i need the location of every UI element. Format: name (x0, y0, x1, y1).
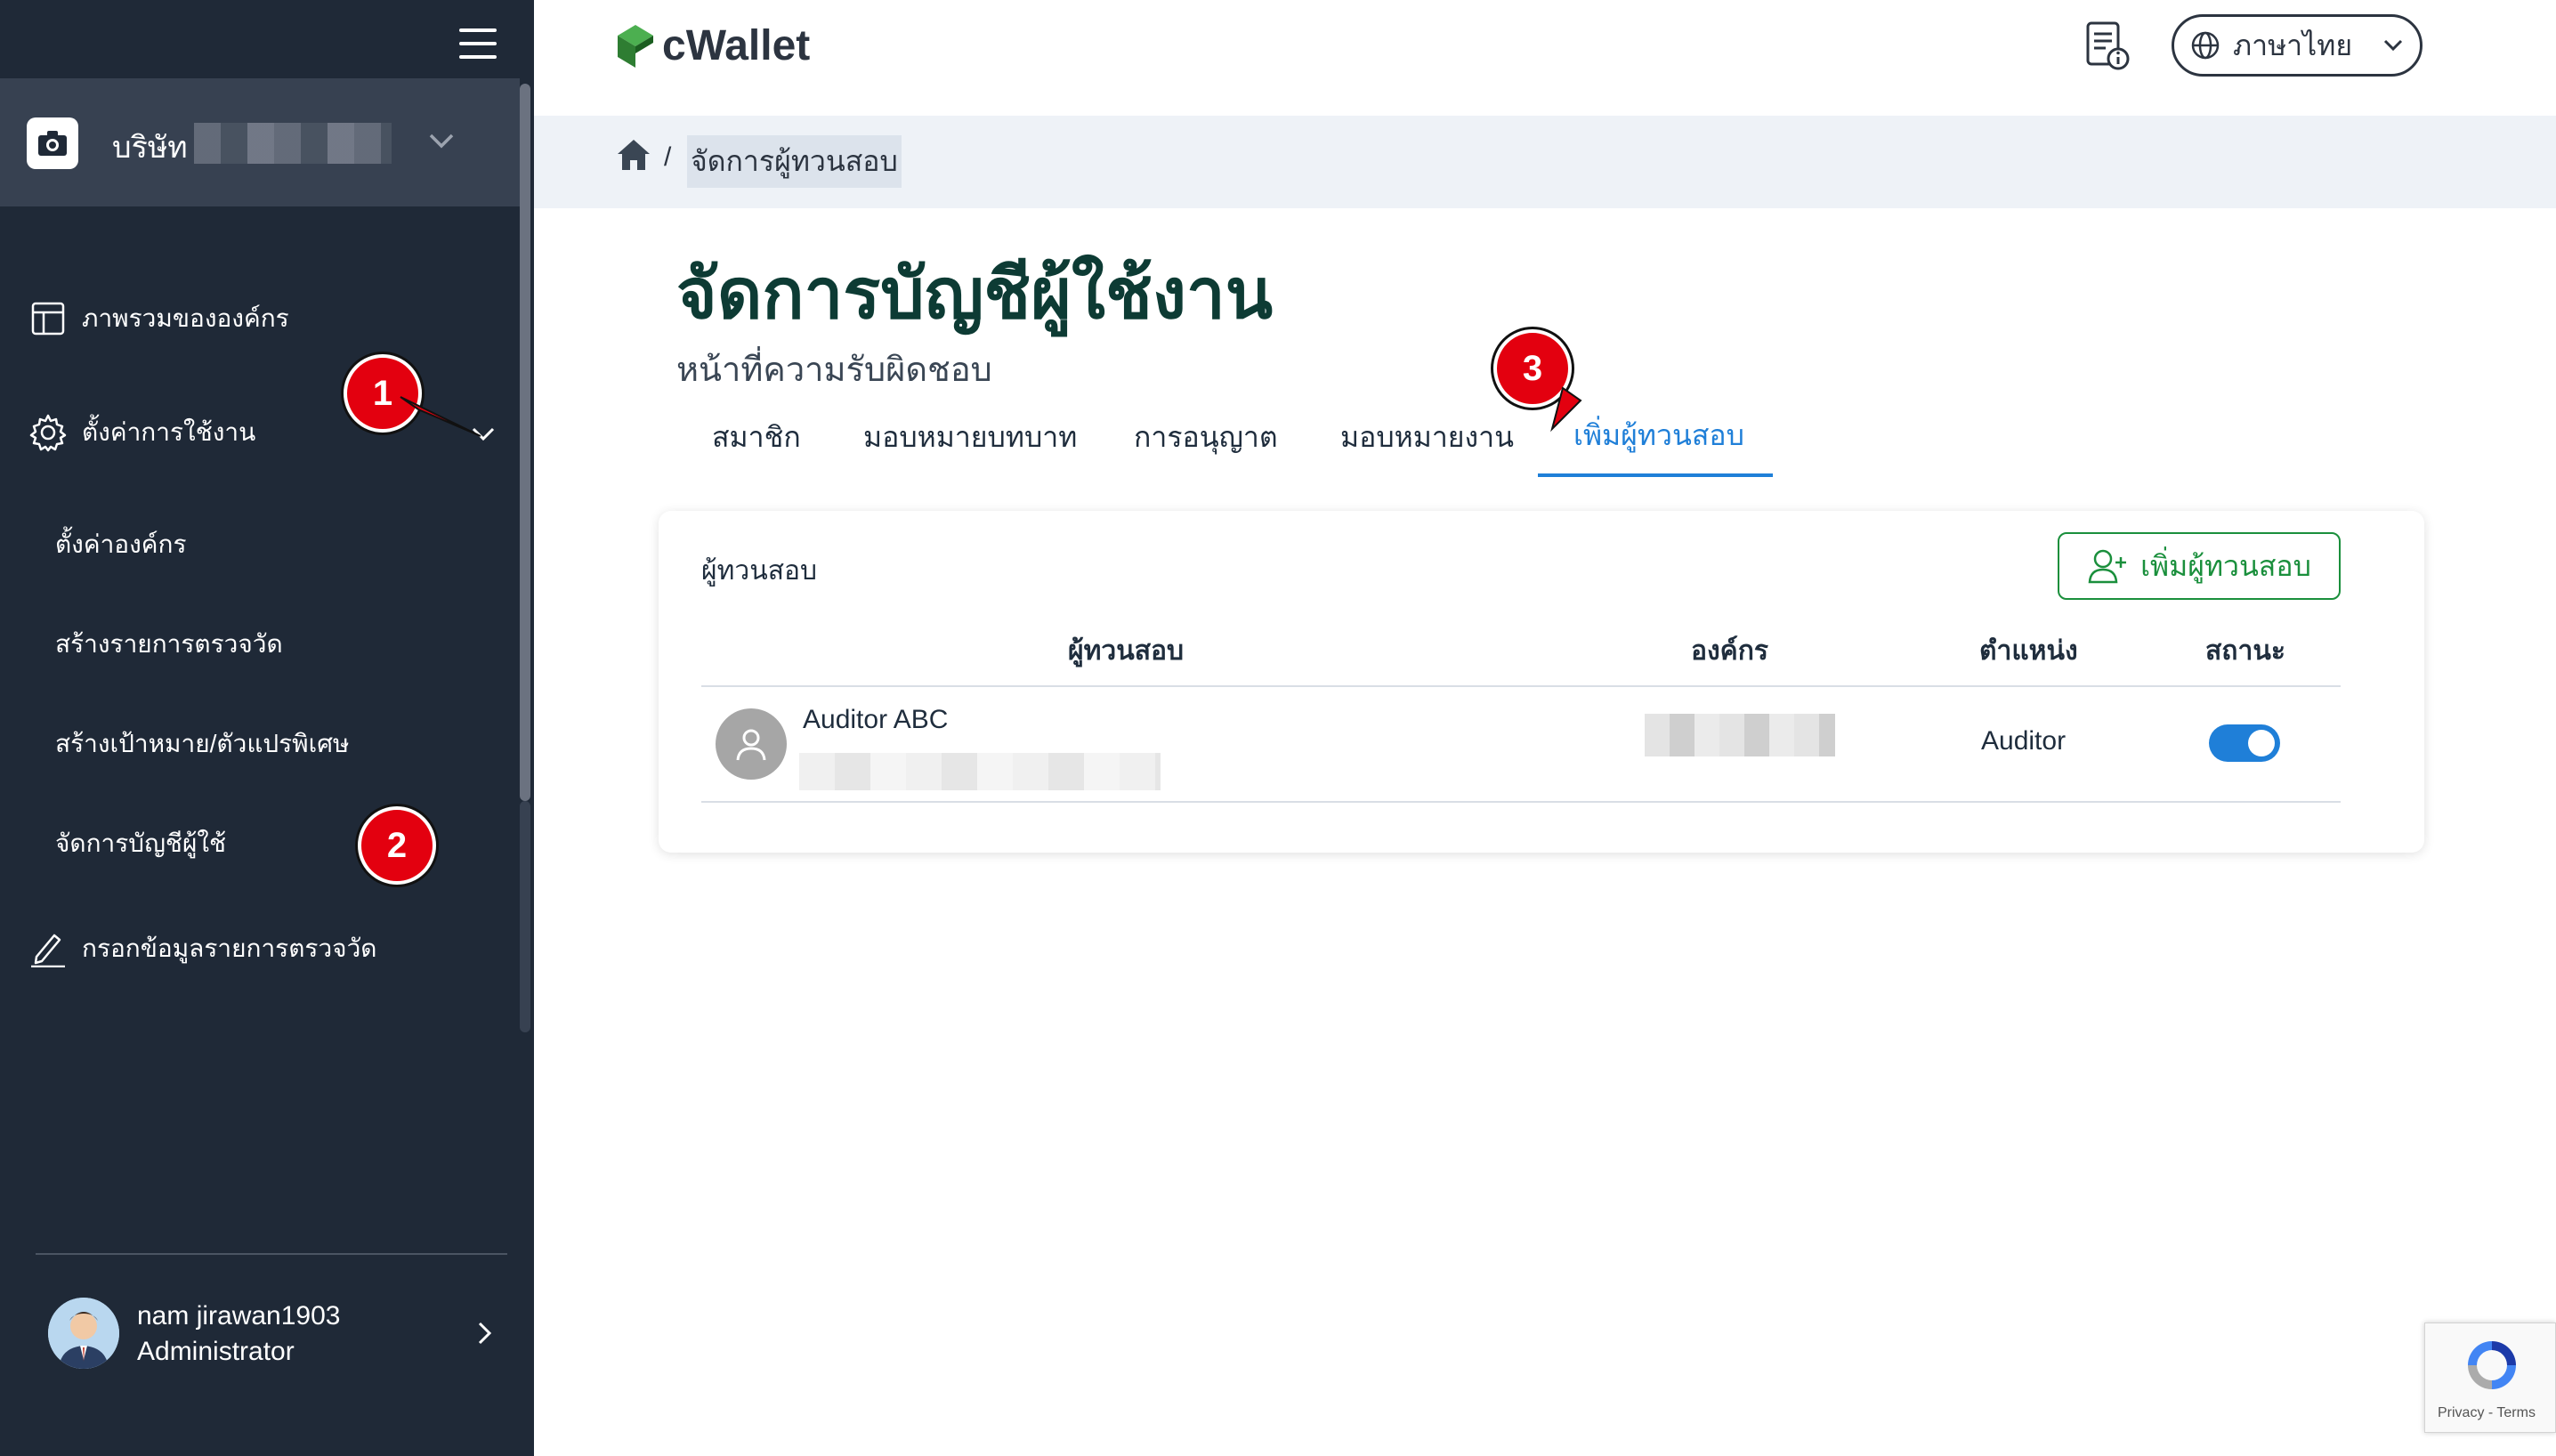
tab-assign-task[interactable]: มอบหมายงาน (1340, 415, 1514, 460)
home-icon[interactable] (616, 137, 651, 173)
user-role: Administrator (137, 1337, 295, 1366)
annotation-arrow-1 (400, 396, 481, 437)
sidebar-item-label: ภาพรวมขององค์กร (82, 304, 289, 332)
status-toggle[interactable] (2209, 724, 2280, 762)
table-row-divider (701, 801, 2341, 803)
tab-assign-role[interactable]: มอบหมายบทบาท (863, 415, 1077, 460)
column-header-position: ตำแหน่ง (1979, 636, 2078, 666)
recaptcha-text[interactable]: Privacy - Terms (2438, 1405, 2536, 1421)
cwallet-logo-icon (618, 24, 653, 68)
globe-icon (2191, 31, 2220, 60)
company-label: บริษัท (112, 131, 188, 165)
sidebar-subitem-manage-accounts[interactable]: จัดการบัญชีผู้ใช้ (55, 824, 226, 863)
chevron-down-icon (2384, 39, 2403, 52)
page-title: จัดการบัญชีผู้ใช้งาน (676, 255, 1274, 333)
organization-redacted (1645, 714, 1835, 756)
add-auditor-button[interactable]: เพิ่มผู้ทวนสอบ (2058, 532, 2341, 600)
logo[interactable]: cWallet (616, 21, 810, 70)
topbar: cWallet ภาษาไทย (534, 0, 2556, 116)
breadcrumb-separator: / (664, 142, 672, 172)
add-user-icon (2088, 549, 2127, 584)
camera-icon (27, 117, 78, 169)
toggle-knob (2248, 730, 2275, 756)
breadcrumb-current: จัดการผู้ทวนสอบ (687, 135, 902, 188)
gear-icon (28, 413, 68, 452)
sidebar-item-overview[interactable]: ภาพรวมขององค์กร (28, 299, 289, 338)
tab-permissions[interactable]: การอนุญาต (1134, 415, 1278, 460)
sidebar-item-fill-data[interactable]: กรอกข้อมูลรายการตรวจวัด (28, 929, 376, 968)
sidebar-item-label: ตั้งค่าการใช้งาน (82, 418, 256, 446)
chevron-down-icon[interactable] (425, 125, 457, 157)
sidebar-subitem-create-inspection[interactable]: สร้างรายการตรวจวัด (55, 625, 283, 664)
language-label: ภาษาไทย (2233, 28, 2353, 61)
document-info-icon[interactable] (2083, 20, 2132, 73)
page-subtitle: หน้าที่ความรับผิดชอบ (676, 352, 992, 389)
avatar-placeholder-icon (716, 708, 787, 780)
avatar (48, 1298, 119, 1369)
breadcrumb: / จัดการผู้ทวนสอบ (534, 116, 2556, 208)
tab-members[interactable]: สมาชิก (712, 415, 801, 460)
auditor-card: ผู้ทวนสอบ เพิ่มผู้ทวนสอบ ผู้ทวนสอบ องค์ก… (659, 511, 2424, 853)
auditor-position: Auditor (1981, 726, 2067, 756)
add-auditor-label: เพิ่มผู้ทวนสอบ (2140, 549, 2311, 582)
recaptcha-badge[interactable]: Privacy - Terms (2424, 1323, 2556, 1433)
sidebar-subitem-org-settings[interactable]: ตั้งค่าองค์กร (55, 525, 187, 564)
chevron-right-icon[interactable] (470, 1319, 498, 1347)
annotation-arrow-3 (1550, 386, 1582, 433)
column-header-auditor: ผู้ทวนสอบ (1068, 636, 1185, 666)
tab-add-auditor[interactable]: เพิ่มผู้ทวนสอบ (1573, 413, 1744, 458)
sidebar-item-label: กรอกข้อมูลรายการตรวจวัด (82, 934, 377, 962)
sidebar-scrollbar[interactable] (520, 84, 530, 801)
company-name-redacted (194, 123, 392, 164)
sidebar-scroll-track (520, 801, 530, 1032)
sidebar-subitem-create-target[interactable]: สร้างเป้าหมาย/ตัวแปรพิเศษ (55, 724, 349, 764)
annotation-badge-2: 2 (358, 806, 436, 885)
table-header-divider (701, 685, 2341, 687)
column-header-status: สถานะ (2205, 636, 2285, 666)
company-selector[interactable]: บริษัท (0, 78, 520, 206)
layout-icon (28, 299, 68, 338)
auditor-email-redacted (799, 753, 1161, 790)
sidebar-divider (36, 1253, 507, 1255)
auditor-name: Auditor ABC (803, 705, 949, 734)
hamburger-menu-icon[interactable] (459, 28, 497, 59)
user-name: nam jirawan1903 (137, 1301, 341, 1331)
recaptcha-icon (2468, 1341, 2516, 1389)
sidebar-item-settings[interactable]: ตั้งค่าการใช้งาน (28, 413, 255, 452)
language-selector[interactable]: ภาษาไทย (2172, 14, 2423, 77)
column-header-organization: องค์กร (1691, 636, 1769, 666)
sidebar: บริษัท ภาพรวมขององค์กร ตั้งค่าการใช้งาน … (0, 0, 534, 1456)
pencil-icon (28, 929, 68, 968)
active-tab-indicator (1538, 473, 1773, 477)
logo-text: cWallet (662, 22, 811, 69)
user-profile[interactable]: nam jirawan1903 Administrator (48, 1296, 511, 1371)
card-title: ผู้ทวนสอบ (701, 556, 818, 586)
